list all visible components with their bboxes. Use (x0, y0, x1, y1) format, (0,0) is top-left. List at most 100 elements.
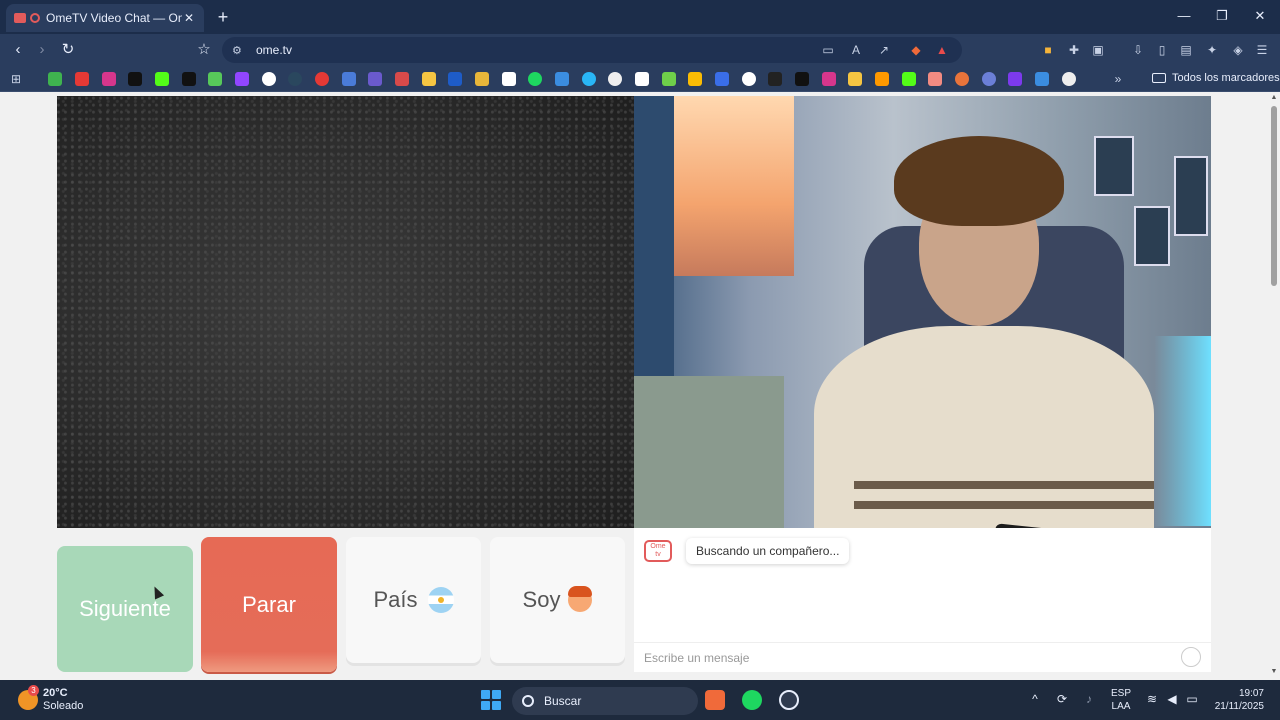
partner-video-feed (634, 96, 1211, 528)
wifi-icon[interactable]: ≋ (1144, 692, 1160, 706)
gender-button[interactable]: Soy (490, 537, 625, 663)
extensions-icon[interactable]: ✚ (1066, 42, 1082, 58)
bookmark-icon-17[interactable] (475, 72, 489, 86)
site-info-icon[interactable]: ⚙ (232, 44, 246, 57)
reload-icon[interactable]: ↻ (58, 40, 78, 60)
bookmark-icon-24[interactable] (662, 72, 676, 86)
scroll-up-icon[interactable]: ▲ (1270, 94, 1278, 101)
kick-bookmark-icon-2[interactable] (902, 72, 916, 86)
bookmark-icon-38[interactable] (1035, 72, 1049, 86)
brave-rewards-icon[interactable]: ▲ (934, 42, 950, 58)
maximize-button[interactable]: ❐ (1214, 8, 1230, 24)
forward-icon[interactable]: › (32, 40, 52, 60)
tray-overflow-icon[interactable]: ^ (1027, 692, 1043, 706)
kick-bookmark-icon[interactable] (155, 72, 169, 86)
close-window-button[interactable]: ✕ (1252, 8, 1268, 24)
wordpress-bookmark-icon[interactable] (982, 72, 996, 86)
bookmark-icon-32[interactable] (875, 72, 889, 86)
bookmark-icon-29[interactable] (795, 72, 809, 86)
x-bookmark-icon[interactable] (182, 72, 196, 86)
language-indicator[interactable]: ESP LAA (1108, 687, 1134, 713)
tiktok-bookmark-icon[interactable] (128, 72, 142, 86)
google-bookmark-icon-2[interactable] (742, 72, 756, 86)
tab-close-icon[interactable]: ✕ (182, 11, 196, 25)
bookmark-icon[interactable]: ☆ (194, 40, 214, 60)
steam-bookmark-icon[interactable] (288, 72, 302, 86)
country-button[interactable]: País (346, 537, 481, 663)
weather-desc: Soleado (43, 700, 84, 712)
share-icon[interactable]: ↗ (876, 42, 892, 58)
scrollbar-thumb[interactable] (1271, 106, 1277, 286)
wallet-icon[interactable]: ▤ (1178, 42, 1194, 58)
bookmark-icon-30[interactable] (822, 72, 836, 86)
all-bookmarks-button[interactable]: Todos los marcadores (1152, 72, 1280, 84)
bookmark-icon-14[interactable] (395, 72, 409, 86)
bookmark-icon-28[interactable] (768, 72, 782, 86)
instagram-bookmark-icon[interactable] (102, 72, 116, 86)
argentina-flag-icon (427, 587, 454, 613)
bookmark-icon-21[interactable] (582, 72, 596, 86)
next-label: Siguiente (79, 596, 171, 621)
youtube-bookmark-icon[interactable] (75, 72, 89, 86)
bookmark-icon-37[interactable] (1008, 72, 1022, 86)
minimize-button[interactable]: — (1176, 8, 1192, 23)
vpn-icon[interactable]: ◈ (1230, 42, 1246, 58)
bookmark-icon-34[interactable] (928, 72, 942, 86)
weather-widget[interactable]: 20°C Soleado (43, 687, 83, 713)
taskbar-search[interactable]: Buscar (512, 687, 698, 715)
bookmark-icon-23[interactable] (635, 72, 649, 86)
drive-bookmark-icon[interactable] (688, 72, 702, 86)
steam-taskbar-icon[interactable] (779, 690, 799, 710)
bookmark-icon-12[interactable] (342, 72, 356, 86)
apps-icon[interactable]: ⊞ (8, 71, 24, 87)
bookmarks-overflow-icon[interactable]: » (1110, 71, 1126, 87)
battery-icon[interactable]: ▭ (1184, 692, 1200, 706)
menu-icon[interactable]: ☰ (1254, 42, 1270, 58)
tab-search-icon[interactable]: ▣ (1090, 42, 1106, 58)
google-bookmark-icon[interactable] (262, 72, 276, 86)
spotify-bookmark-icon[interactable] (528, 72, 542, 86)
sidebar-icon[interactable]: ▯ (1154, 42, 1170, 58)
bookmark-icon-15[interactable] (422, 72, 436, 86)
bookmark-icon-31[interactable] (848, 72, 862, 86)
own-video-feed (57, 96, 634, 528)
translate-icon[interactable]: A (848, 42, 864, 58)
bookmark-icon-35[interactable] (955, 72, 969, 86)
gender-label: Soy (522, 587, 561, 612)
wallet-extension-icon[interactable]: ■ (1040, 42, 1056, 58)
chatgpt-bookmark-icon[interactable] (608, 72, 622, 86)
tab-ometv[interactable]: OmeTV Video Chat — Omegl ✕ (6, 4, 204, 32)
taskbar-clock[interactable]: 19:07 21/11/2025 (1208, 687, 1264, 713)
spotify-taskbar-icon[interactable] (742, 690, 762, 710)
ometv-logo: Ome tv (644, 540, 672, 562)
leo-ai-icon[interactable]: ✦ (1204, 42, 1220, 58)
microphone-icon[interactable]: ♪ (1081, 692, 1097, 706)
bookmark-icon-26[interactable] (715, 72, 729, 86)
back-icon[interactable]: ‹ (8, 40, 28, 60)
brave-shields-icon[interactable]: ◆ (908, 42, 924, 58)
paypal-bookmark-icon[interactable] (448, 72, 462, 86)
bookmark-icon-18[interactable] (502, 72, 516, 86)
bookmark-icon-7[interactable] (208, 72, 222, 86)
downloads-icon[interactable]: ⇩ (1130, 42, 1146, 58)
emoji-icon[interactable] (1181, 647, 1201, 667)
stop-button[interactable]: Parar (201, 537, 337, 672)
search-label: Buscar (544, 694, 582, 708)
brave-taskbar-icon[interactable] (705, 690, 725, 710)
scroll-down-icon[interactable]: ▼ (1270, 668, 1278, 675)
message-input[interactable]: Escribe un mensaje (634, 642, 1211, 672)
bookmark-icon-1[interactable] (48, 72, 62, 86)
twitch-bookmark-icon[interactable] (235, 72, 249, 86)
bookmark-icon-20[interactable] (555, 72, 569, 86)
sync-icon[interactable]: ⟳ (1054, 692, 1070, 706)
bookmark-icon-39[interactable] (1062, 72, 1076, 86)
page-scrollbar[interactable]: ▲ ▼ (1268, 92, 1280, 680)
next-button[interactable]: Siguiente (57, 546, 193, 672)
bookmark-icon-11[interactable] (315, 72, 329, 86)
new-tab-button[interactable]: + (214, 7, 232, 28)
windows-start-icon[interactable] (481, 690, 501, 710)
bookmark-icon-13[interactable] (368, 72, 382, 86)
partner-person (794, 136, 1154, 528)
volume-icon[interactable]: ◀ (1164, 692, 1180, 706)
cast-icon[interactable]: ▭ (820, 42, 836, 58)
